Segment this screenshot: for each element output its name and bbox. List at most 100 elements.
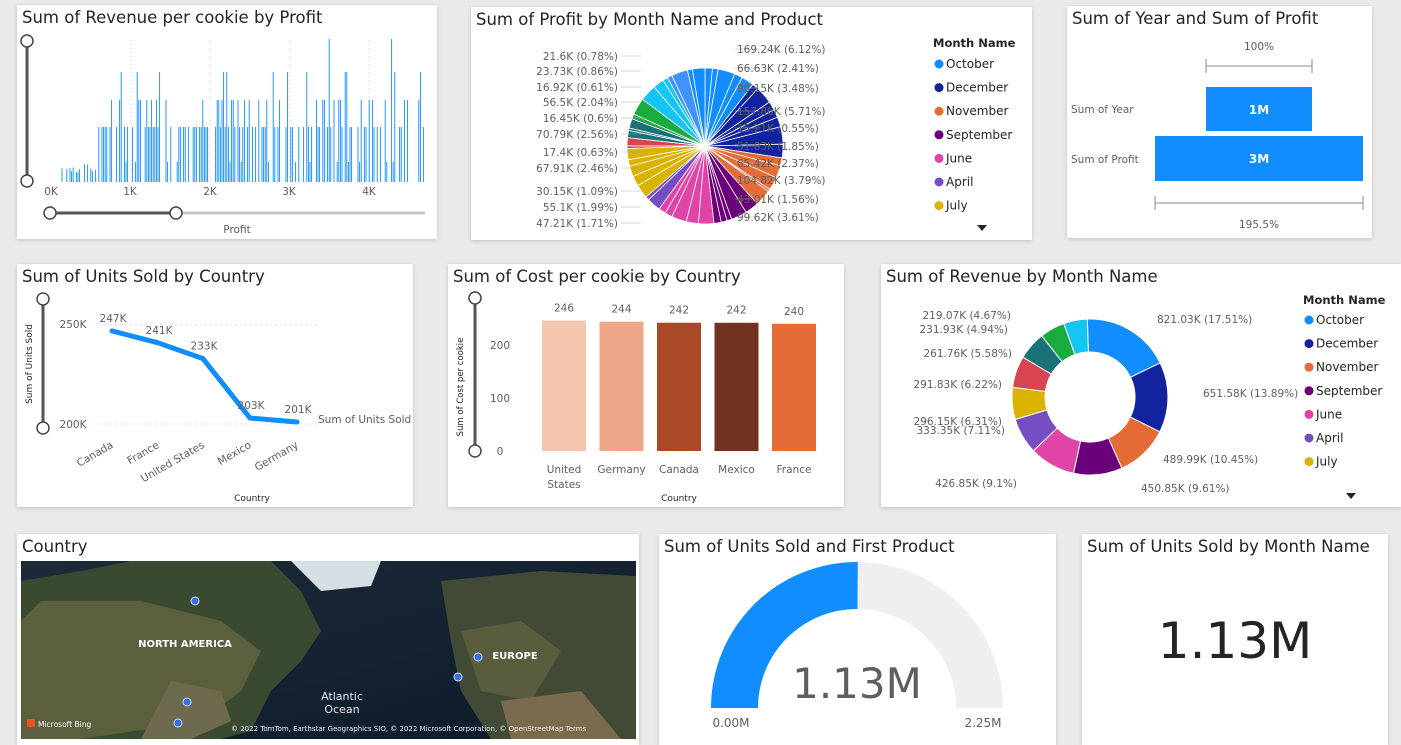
legend-scroll-down-icon	[1346, 493, 1356, 499]
y-slider-handle-top[interactable]	[36, 292, 50, 306]
funnel-label-year: Sum of Year	[1071, 104, 1134, 116]
x-tick-label: Canada	[659, 464, 699, 476]
data-label: 203K	[238, 400, 266, 412]
map-bubble-canada[interactable]	[190, 596, 200, 606]
x-axis-title: Country	[661, 494, 697, 504]
legend-item: April	[946, 175, 973, 189]
map-bubble-europe-2[interactable]	[453, 672, 463, 682]
data-label: 651.58K (13.89%)	[1203, 388, 1298, 400]
legend-title: Month Name	[1303, 293, 1386, 307]
data-label: 96.15K (3.48%)	[737, 83, 819, 95]
gauge-max: 2.25M	[964, 716, 1001, 730]
y-tick-label: 0	[497, 446, 504, 458]
data-label: 233K	[191, 341, 219, 353]
legend-dot	[1304, 433, 1314, 443]
data-label: 450.85K (9.61%)	[1141, 483, 1230, 495]
profit-pie-visual[interactable]: Sum of Profit by Month Name and Product …	[471, 7, 1032, 240]
region-label-europe: EUROPE	[492, 651, 537, 662]
x-slider-handle-right[interactable]	[169, 206, 183, 220]
legend-dot	[934, 59, 944, 69]
region-label-north-america: NORTH AMERICA	[138, 639, 232, 650]
bing-label: Microsoft Bing	[38, 720, 91, 729]
y-slider-handle-bottom[interactable]	[20, 174, 34, 188]
legend-dot	[934, 106, 944, 116]
x-tick-label: Mexico	[718, 464, 755, 476]
x-tick-label: 3K	[282, 186, 297, 198]
visual-title: Sum of Units Sold by Month Name	[1087, 537, 1370, 556]
map-bubble-usa[interactable]	[182, 697, 192, 707]
legend-item: October	[1316, 313, 1364, 327]
map-bubble-mexico[interactable]	[173, 718, 183, 728]
bar	[599, 321, 644, 451]
data-label: 70.79K (2.56%)	[536, 129, 618, 141]
x-tick-label: France	[777, 464, 812, 476]
country-map-visual[interactable]: Country NORTH AMERICA EUROPE Atlantic Oc…	[17, 534, 639, 745]
satellite-map[interactable]: NORTH AMERICA EUROPE Atlantic Ocean Micr…	[21, 561, 636, 739]
data-label: 21.6K (0.78%)	[543, 51, 618, 63]
legend-item: September	[946, 128, 1012, 142]
y-axis-title: Sum of Cost per cookie	[456, 338, 466, 437]
legend-scroll-down-icon	[977, 225, 987, 231]
legend-dot	[1304, 315, 1314, 325]
funnel-value-profit: 3M	[1249, 152, 1269, 166]
profit-pie-chart: 169.24K (6.12%) 66.63K (2.41%) 96.15K (3.4…	[536, 36, 1016, 231]
data-label: 56.5K (2.04%)	[543, 97, 618, 109]
y-tick-label: 200	[490, 340, 510, 352]
x-tick-label: States	[547, 479, 580, 491]
legend-item: June	[1315, 407, 1342, 421]
data-label: 219.07K (4.67%)	[922, 310, 1011, 322]
legend-dot	[934, 177, 944, 187]
x-tick-label: Germany	[253, 439, 301, 474]
revenue-donut-visual[interactable]: Sum of Revenue by Month Name 821.03K (17…	[881, 264, 1401, 507]
data-label: 246	[554, 303, 574, 315]
legend-dot	[1304, 409, 1314, 419]
bar	[542, 320, 586, 451]
units-card-visual[interactable]: Sum of Units Sold by Month Name 1.13M	[1082, 534, 1388, 745]
legend-item: April	[1316, 431, 1343, 445]
data-label: 231.93K (4.94%)	[919, 324, 1008, 336]
y-axis-title: Sum of Units Sold	[25, 324, 35, 404]
x-tick-label: France	[125, 439, 161, 467]
data-label: 67.91K (2.46%)	[536, 163, 618, 175]
x-tick-label: 1K	[123, 186, 138, 198]
cost-by-country-visual[interactable]: Sum of Cost per cookie by Country Sum of…	[448, 264, 844, 507]
units-gauge-visual[interactable]: Sum of Units Sold and First Product 1.13…	[659, 534, 1056, 745]
data-label: 821.03K (17.51%)	[1157, 314, 1252, 326]
units-by-country-visual[interactable]: Sum of Units Sold by Country Sum of Unit…	[17, 264, 413, 507]
data-label: 30.15K (1.09%)	[536, 186, 618, 198]
revenue-donut-chart: 821.03K (17.51%) 651.58K (13.89%) 489.99K …	[913, 293, 1386, 499]
funnel-label-profit: Sum of Profit	[1071, 154, 1139, 166]
x-tick-label: Mexico	[216, 439, 254, 468]
y-slider-handle-bottom[interactable]	[36, 421, 50, 435]
y-slider-handle-top[interactable]	[20, 34, 34, 48]
x-tick-label: 2K	[203, 186, 218, 198]
year-profit-funnel-visual[interactable]: Sum of Year and Sum of Profit 100% 1M Su…	[1067, 6, 1372, 238]
data-label: 16.92K (0.61%)	[536, 82, 618, 94]
y-slider-handle-top[interactable]	[468, 291, 482, 305]
funnel-value-year: 1M	[1249, 103, 1269, 117]
data-label: 16.45K (0.6%)	[543, 113, 618, 125]
y-slider-handle-bottom[interactable]	[468, 444, 482, 458]
legend-dot	[1304, 339, 1314, 349]
map-bubble-europe-1[interactable]	[473, 652, 483, 662]
legend-dot	[1304, 362, 1314, 372]
legend-item: December	[1316, 337, 1378, 351]
x-axis-title: Profit	[223, 224, 250, 236]
x-slider-handle-left[interactable]	[43, 206, 57, 220]
gauge-chart: 1.13M 0.00M 2.25M	[711, 561, 1003, 730]
y-tick-250k: 250K	[60, 319, 88, 331]
map-attribution[interactable]: © 2022 TomTom, Earthstar Geographics SIO…	[231, 725, 587, 733]
x-tick-label: 4K	[362, 186, 377, 198]
data-label: 244	[611, 304, 631, 316]
legend-item: November	[946, 104, 1008, 118]
revenue-by-profit-visual[interactable]: Sum of Revenue per cookie by Profit Prof…	[17, 5, 437, 239]
data-label: 241K	[146, 325, 174, 337]
data-label: 55.1K (1.99%)	[543, 202, 618, 214]
data-label: 296.15K (6.31%)	[913, 416, 1002, 428]
data-label: 99.62K (3.61%)	[737, 212, 819, 224]
cost-bar-chart: Sum of Cost per cookie Country 200 100 0 24…	[456, 291, 816, 504]
legend-dot	[1304, 386, 1314, 396]
funnel-chart: 100% 1M Sum of Year 3M Sum of Profit 195…	[1071, 41, 1364, 231]
data-label: 242	[726, 305, 746, 317]
legend-dot	[934, 130, 944, 140]
